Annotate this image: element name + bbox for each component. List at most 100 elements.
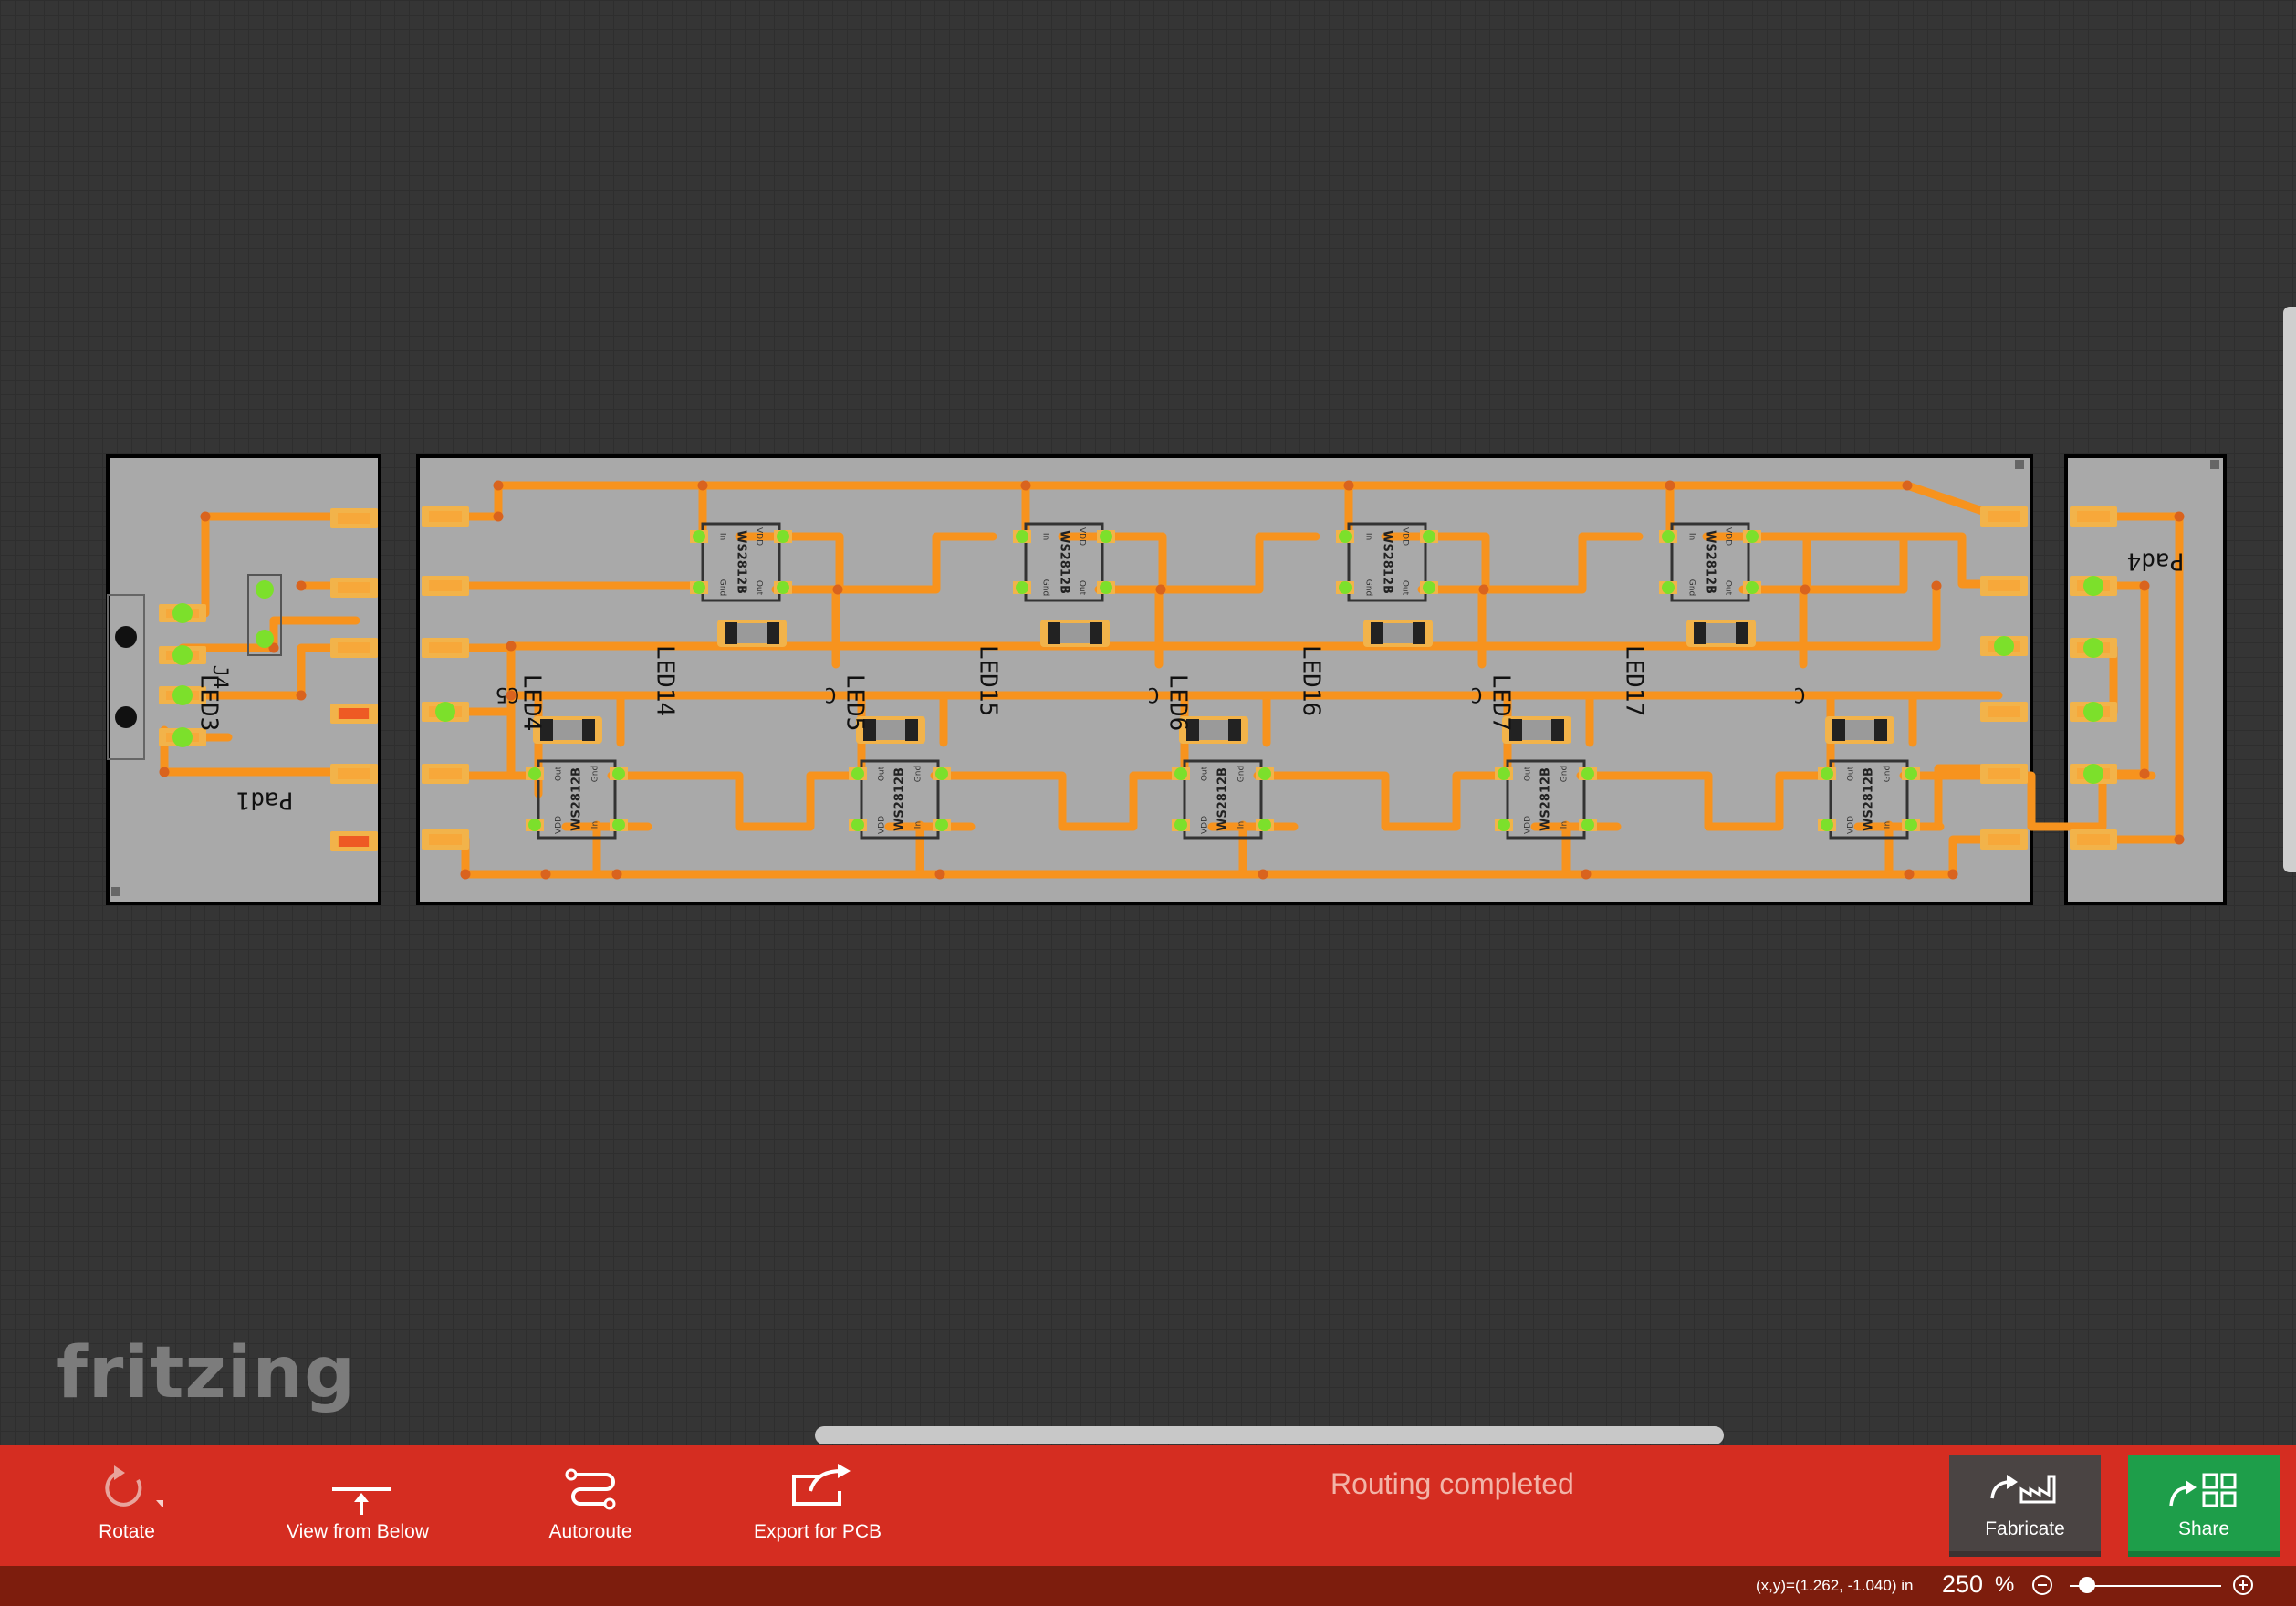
vertical-scrollbar[interactable] bbox=[2283, 307, 2296, 872]
cursor-coordinates: (x,y)=(1.262, -1.040) in bbox=[1756, 1577, 1914, 1594]
pcb-view[interactable]: Pad1J4WS2812B OutVDDGndInLED14WS2812B OutV… bbox=[0, 0, 2296, 1445]
autoroute-icon bbox=[565, 1468, 616, 1510]
pad-highlight bbox=[256, 580, 274, 599]
share-label: Share bbox=[2177, 1518, 2230, 1539]
chip-pin-label: Out bbox=[1524, 766, 1533, 781]
pad-highlight bbox=[172, 727, 193, 747]
chip-pin-label: Gnd bbox=[1884, 766, 1893, 782]
chip-pin-label: Out bbox=[555, 766, 564, 781]
chip-label: WS2812B bbox=[735, 530, 748, 594]
capacitor-ref-label: C bbox=[1147, 683, 1159, 705]
rotate-button[interactable]: Rotate bbox=[88, 1445, 166, 1566]
cap-end bbox=[905, 719, 918, 741]
capacitor-ref-label: C bbox=[1470, 683, 1482, 705]
chip-pin-label: VDD bbox=[1524, 816, 1533, 834]
via bbox=[1931, 580, 1942, 591]
pad-highlight bbox=[1746, 530, 1759, 543]
pad-highlight bbox=[1016, 581, 1028, 594]
chip-label: WS2812B bbox=[893, 767, 907, 831]
bottom-toolbar: Rotate View from Below Autoroute Export … bbox=[0, 1445, 2296, 1566]
edge-pad-inner bbox=[338, 642, 370, 653]
pad-highlight bbox=[172, 645, 193, 665]
pad-highlight bbox=[172, 685, 193, 705]
chip-pin-label: VDD bbox=[555, 816, 564, 834]
pad-highlight bbox=[435, 702, 455, 722]
pad-highlight bbox=[1662, 581, 1675, 594]
via bbox=[296, 690, 307, 701]
via bbox=[1343, 480, 1354, 491]
via bbox=[493, 480, 504, 491]
right-board-label: Pad4 bbox=[2127, 548, 2185, 575]
chip-pin-label: In bbox=[1364, 533, 1373, 540]
pad-highlight bbox=[1498, 819, 1510, 831]
chip-label: WS2812B bbox=[570, 767, 584, 831]
edge-pad-inner bbox=[429, 511, 462, 522]
pad-highlight bbox=[528, 819, 541, 831]
edge-pad-inner bbox=[1988, 768, 2020, 779]
pad-highlight bbox=[1905, 767, 1917, 780]
chip-pin-label: Gnd bbox=[1041, 579, 1050, 596]
via bbox=[159, 766, 170, 777]
zoom-out-icon[interactable] bbox=[2031, 1574, 2053, 1596]
chip-pin-label: Out bbox=[878, 766, 887, 781]
via bbox=[697, 480, 708, 491]
mount-hole bbox=[115, 706, 137, 728]
edge-pad-inner bbox=[338, 513, 370, 524]
via bbox=[296, 580, 307, 591]
via bbox=[1581, 869, 1592, 880]
view-from-below-icon bbox=[332, 1487, 391, 1515]
pad-highlight bbox=[1994, 636, 2014, 656]
pad-highlight bbox=[1581, 767, 1594, 780]
autoroute-label: Autoroute bbox=[548, 1521, 632, 1542]
chip-pin-label: In bbox=[591, 821, 600, 829]
led-label-bottom: LED7 bbox=[1487, 674, 1515, 732]
chip-pin-label: VDD bbox=[1724, 527, 1733, 546]
cap-end bbox=[1090, 622, 1102, 644]
chip-pin-label: Gnd bbox=[1560, 766, 1570, 782]
cap-end bbox=[1832, 719, 1845, 741]
zoom-in-icon[interactable] bbox=[2232, 1574, 2254, 1596]
pad-highlight bbox=[1423, 530, 1435, 543]
cap-end bbox=[1228, 719, 1241, 741]
edge-pad-inner bbox=[1988, 834, 2020, 845]
pad-highlight bbox=[1905, 819, 1917, 831]
pad-highlight bbox=[1258, 767, 1271, 780]
cap-end bbox=[1371, 622, 1383, 644]
share-button[interactable]: Share bbox=[2128, 1455, 2280, 1557]
pad-highlight bbox=[1016, 530, 1028, 543]
view-from-below-button[interactable]: View from Below bbox=[285, 1445, 431, 1566]
pad-highlight bbox=[693, 530, 705, 543]
horizontal-scrollbar[interactable] bbox=[815, 1426, 1724, 1444]
fabricate-button[interactable]: Fabricate bbox=[1949, 1455, 2101, 1557]
led-label-top: LED15 bbox=[975, 645, 1002, 716]
chip-pin-label: Gnd bbox=[591, 766, 600, 782]
edge-pad-inner bbox=[429, 642, 462, 653]
export-pcb-label: Export for PCB bbox=[753, 1521, 882, 1542]
pad-highlight bbox=[777, 530, 789, 543]
rotate-label: Rotate bbox=[99, 1521, 155, 1542]
edge-pad-inner bbox=[1988, 511, 2020, 522]
pad-highlight bbox=[935, 767, 948, 780]
zoom-slider-handle[interactable] bbox=[2079, 1577, 2095, 1593]
led-label-top: LED14 bbox=[652, 645, 679, 716]
chip-label: WS2812B bbox=[1058, 530, 1071, 594]
cap-end bbox=[1413, 622, 1425, 644]
chip-pin-label: Out bbox=[1078, 580, 1087, 596]
pcb-canvas[interactable]: Pad1 J4 WS2812B Out VDD Gnd In LED14 WS2812B Out V… bbox=[0, 0, 2296, 1445]
via bbox=[1020, 480, 1031, 491]
pad-highlight bbox=[935, 819, 948, 831]
via bbox=[2139, 580, 2150, 591]
chip-label: WS2812B bbox=[1863, 767, 1876, 831]
pad-highlight bbox=[1662, 530, 1675, 543]
autoroute-button[interactable]: Autoroute bbox=[548, 1445, 633, 1566]
via bbox=[1665, 480, 1675, 491]
share-icon bbox=[2169, 1473, 2237, 1507]
led-label-bottom: LED5 bbox=[841, 674, 869, 732]
edge-pad-red bbox=[339, 836, 369, 847]
pad-highlight bbox=[2083, 576, 2103, 596]
via bbox=[2174, 511, 2185, 522]
export-pcb-button[interactable]: Export for PCB bbox=[752, 1445, 883, 1566]
edge-pad-inner bbox=[2077, 834, 2110, 845]
via bbox=[1478, 584, 1489, 595]
zoom-value[interactable]: 250 bbox=[1942, 1570, 1983, 1599]
